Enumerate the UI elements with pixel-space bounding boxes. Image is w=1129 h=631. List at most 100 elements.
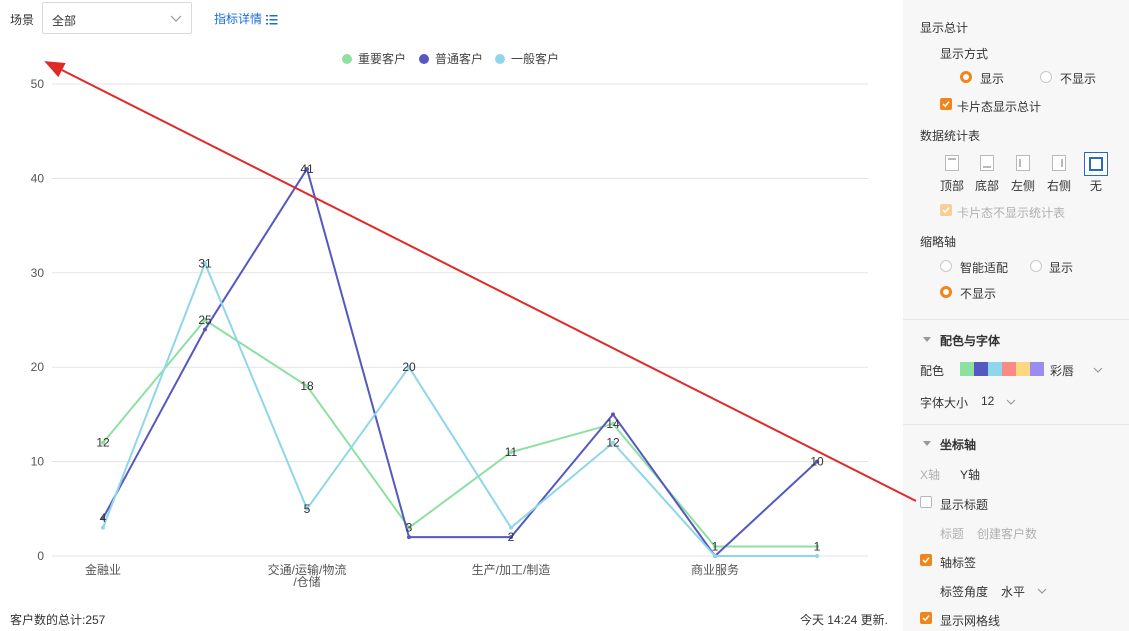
chevron-down-icon[interactable] xyxy=(1006,397,1016,407)
y-tick-label: 50 xyxy=(31,77,45,91)
series-line xyxy=(102,166,818,558)
data-label: 18 xyxy=(300,379,314,393)
palette-swatch-5[interactable] xyxy=(1016,362,1030,376)
radio-thumb-smart[interactable] xyxy=(940,260,952,272)
legend-marker xyxy=(495,54,505,64)
card-no-table-label: 卡片态不显示统计表 xyxy=(957,206,1066,220)
x-tick-label: 金融业 xyxy=(85,562,121,577)
position-bottom-icon[interactable] xyxy=(980,155,994,171)
data-label: 10 xyxy=(810,455,824,469)
show-title-label: 显示标题 xyxy=(940,498,989,512)
data-label: 1 xyxy=(712,540,719,554)
radio-thumb-show[interactable] xyxy=(1030,260,1042,272)
data-label: 4 xyxy=(100,511,107,525)
scene-label: 场景 xyxy=(10,13,35,27)
font-size-value[interactable]: 12 xyxy=(981,394,994,408)
y-tick-label: 0 xyxy=(37,549,44,563)
data-point xyxy=(203,327,207,332)
checkmark-icon xyxy=(942,207,950,214)
data-label: 20 xyxy=(402,360,416,374)
data-label: 25 xyxy=(198,313,212,327)
collapse-icon[interactable] xyxy=(923,337,931,342)
line-chart: 01020304050金融业 交通/运输/物流/仓储生产/加工/制造 商业服务重要客… xyxy=(31,51,868,589)
data-point xyxy=(509,525,513,530)
data-label: 12 xyxy=(96,436,110,450)
radio-thumb-hide[interactable] xyxy=(940,286,952,298)
update-time: 今天 14:24 更新. xyxy=(799,613,888,627)
chart-area: 场景 全部 指标详情 0 10 20 30 40 50 金融业 交通/运输/物流/仓储 生产/加… xyxy=(0,0,903,631)
display-mode-label: 显示方式 xyxy=(940,47,989,61)
card-show-total-checkbox[interactable] xyxy=(940,98,952,110)
data-point xyxy=(611,412,615,417)
scene-select-value: 全部 xyxy=(52,14,77,28)
metric-detail-label: 指标详情 xyxy=(214,12,263,26)
data-label: 3 xyxy=(406,521,413,535)
position-left-icon[interactable] xyxy=(1016,155,1030,171)
series-line xyxy=(102,260,817,557)
radio-thumb-hide-label: 不显示 xyxy=(960,287,997,301)
data-label: 5 xyxy=(304,502,311,516)
legend-label: 普通客户 xyxy=(435,51,483,66)
legend-marker xyxy=(419,54,429,64)
chevron-down-icon xyxy=(170,15,182,22)
data-label: 11 xyxy=(505,445,518,459)
data-label: 41 xyxy=(300,162,314,176)
palette-name[interactable]: 彩唇 xyxy=(1050,362,1074,379)
axis-tick-checkbox[interactable] xyxy=(920,554,932,566)
font-size-label: 字体大小 xyxy=(920,396,969,410)
data-table-heading: 数据统计表 xyxy=(920,129,981,143)
radio-hide-total[interactable] xyxy=(1040,71,1052,83)
checkmark-icon xyxy=(922,615,930,622)
y-tick-label: 20 xyxy=(31,360,45,374)
y-tick-label: 10 xyxy=(31,455,45,469)
legend-marker xyxy=(342,54,352,64)
position-none-label: 无 xyxy=(1090,179,1103,193)
title-input[interactable]: 创建客户数 xyxy=(977,525,1037,542)
collapse-icon[interactable] xyxy=(923,441,931,446)
axis-heading[interactable]: 坐标轴 xyxy=(940,436,976,453)
palette-swatch-1[interactable] xyxy=(960,362,974,376)
position-none-icon[interactable] xyxy=(1084,152,1108,176)
data-point xyxy=(407,535,411,540)
position-top-label: 顶部 xyxy=(940,179,965,193)
total-summary: 客户数的总计:257 xyxy=(10,613,106,627)
show-grid-label: 显示网格线 xyxy=(940,614,1001,628)
y-axis-tab[interactable]: Y轴 xyxy=(960,466,980,483)
radio-thumb-show-label: 显示 xyxy=(1049,261,1074,275)
color-font-heading[interactable]: 配色与字体 xyxy=(940,332,1000,349)
chevron-down-icon[interactable] xyxy=(1037,586,1047,596)
chevron-down-icon[interactable] xyxy=(1093,365,1103,375)
palette-swatch-6[interactable] xyxy=(1030,362,1044,376)
radio-show-total[interactable] xyxy=(960,71,972,83)
radio-thumb-smart-label: 智能适配 xyxy=(960,261,1009,275)
x-axis-tab[interactable]: X轴 xyxy=(920,466,940,483)
y-tick-label: 40 xyxy=(31,171,45,185)
series-line xyxy=(102,318,817,548)
card-no-table-checkbox[interactable] xyxy=(940,204,952,216)
palette-swatch-3[interactable] xyxy=(988,362,1002,376)
position-right-icon[interactable] xyxy=(1052,155,1066,171)
metric-detail-link[interactable]: 指标详情 xyxy=(214,10,278,27)
data-label: 2 xyxy=(508,530,515,544)
position-right-label: 右侧 xyxy=(1047,179,1072,193)
divider xyxy=(903,424,1129,425)
radio-show-total-label: 显示 xyxy=(980,72,1005,86)
axis-tick-label: 轴标签 xyxy=(940,556,977,570)
list-icon xyxy=(266,15,278,25)
show-grid-checkbox[interactable] xyxy=(920,612,932,624)
thumb-axis-heading: 缩略轴 xyxy=(920,235,957,249)
position-top-icon[interactable] xyxy=(945,155,959,171)
data-label: 14 xyxy=(606,417,620,431)
tick-angle-value[interactable]: 水平 xyxy=(1001,583,1025,600)
palette-swatch-4[interactable] xyxy=(1002,362,1016,376)
divider xyxy=(903,319,1129,320)
scene-select[interactable]: 全部 xyxy=(42,2,192,34)
title-label: 标题 xyxy=(940,527,965,541)
data-label: 31 xyxy=(198,256,212,270)
x-tick-label: /仓储 xyxy=(293,574,320,589)
data-point xyxy=(101,525,105,530)
palette-swatch-2[interactable] xyxy=(974,362,988,376)
show-title-checkbox[interactable] xyxy=(920,496,932,508)
show-total-heading: 显示总计 xyxy=(920,21,969,35)
data-label: 1 xyxy=(814,540,821,554)
